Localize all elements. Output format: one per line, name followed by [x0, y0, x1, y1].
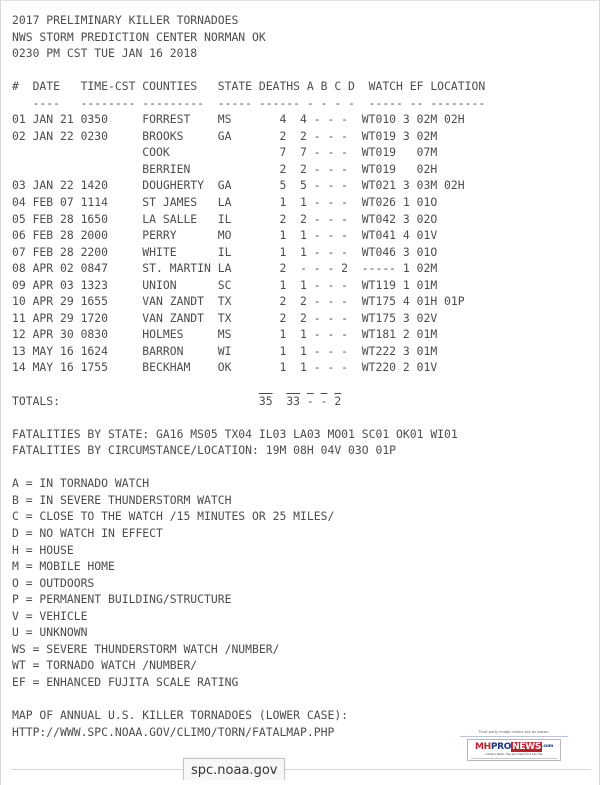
logo-mh-text: MH: [474, 742, 491, 752]
totals-value: 35: [258, 393, 273, 408]
document-page: 2017 PRELIMINARY KILLER TORNADOES NWS ST…: [0, 0, 600, 785]
link-status-tooltip: spc.noaa.gov: [183, 758, 286, 780]
footer-line-1: MAP OF ANNUAL U.S. KILLER TORNADOES (LOW…: [12, 707, 349, 722]
credit-notice-text: Third party image credits are as shown.: [478, 730, 550, 734]
table-body: 01 JAN 21 0350 FORREST MS 4 4 - - - WT01…: [12, 112, 465, 375]
title-line-1: 2017 PRELIMINARY KILLER TORNADOES: [12, 13, 239, 27]
logo-wordmark: MHPRONEWS.com: [468, 742, 560, 752]
totals-value: -: [320, 393, 328, 408]
report-text-container: 2017 PRELIMINARY KILLER TORNADOES NWS ST…: [12, 12, 593, 740]
logo-news-text: NEWS: [511, 742, 543, 752]
logo-tagline: Industry News, Tips and Views Pros Can U…: [485, 753, 543, 756]
title-line-2: NWS STORM PREDICTION CENTER NORMAN OK: [12, 29, 266, 44]
summary-line-1: FATALITIES BY STATE: GA16 MS05 TX04 IL03…: [12, 426, 458, 441]
summary-line-2: FATALITIES BY CIRCUMSTANCE/LOCATION: 19M…: [12, 443, 397, 458]
totals-value: 33: [286, 393, 301, 408]
footer-divider: [11, 769, 591, 770]
table-header-rule: ---- -------- --------- ----- ------ - -…: [12, 95, 486, 110]
table-header-row: # DATE TIME-CST COUNTIES STATE DEATHS A …: [12, 79, 486, 94]
title-line-3: 0230 PM CST TUE JAN 16 2018: [12, 46, 198, 61]
report-preformatted-text: 2017 PRELIMINARY KILLER TORNADOES NWS ST…: [12, 12, 593, 740]
totals-value: 2: [334, 393, 342, 408]
logo-pro-text: PRO: [490, 742, 512, 752]
legend-block: A = IN TORNADO WATCH B = IN SEVERE THUND…: [12, 476, 335, 689]
third-party-credit-block: Third party image credits are as shown. …: [456, 730, 572, 761]
totals-row: TOTALS: 35 33 - - 2: [12, 393, 342, 408]
logo-underbar: [471, 758, 557, 759]
footer-line-2: HTTP://WWW.SPC.NOAA.GOV/CLIMO/TORN/FATAL…: [12, 724, 335, 739]
totals-value: -: [306, 393, 314, 408]
mhpronews-logo[interactable]: MHPRONEWS.com Industry News, Tips and Vi…: [467, 739, 561, 761]
logo-dotcom-text: .com: [542, 744, 554, 749]
credit-divider: [460, 736, 568, 737]
